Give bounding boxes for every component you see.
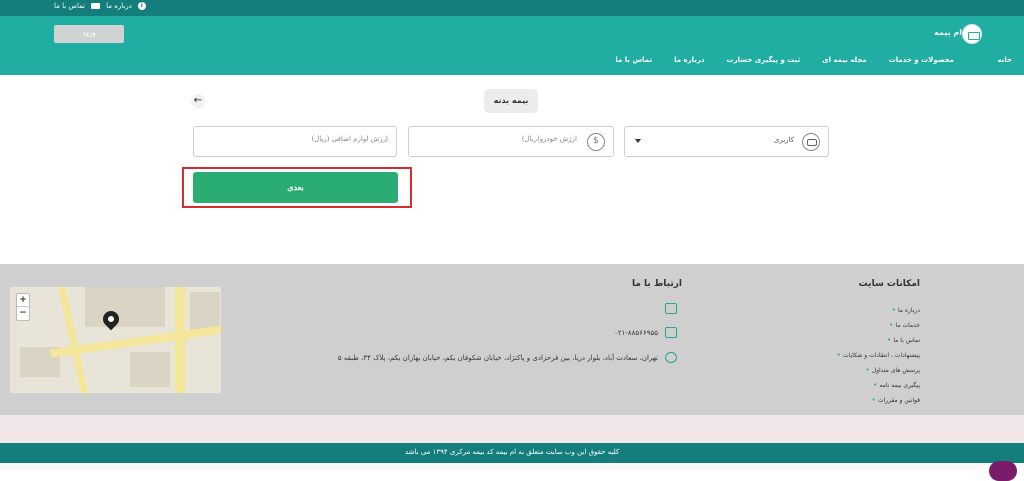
site-link-faq[interactable]: پرسش های متداول [837, 363, 920, 378]
usage-select-value: کاربری [773, 136, 794, 144]
site-link-feedback[interactable]: پیشنهادات ، انتقادات و شکایات [837, 348, 920, 363]
car-icon [802, 133, 820, 151]
site-link-rules[interactable]: قوانین و مقررات [837, 393, 920, 408]
info-icon: i [137, 2, 146, 10]
accessories-value-input[interactable] [202, 135, 388, 143]
location-map[interactable]: + − [10, 287, 221, 393]
main-nav: محصولات و خدمات مجله بیمه ای ثبت و پیگیر… [615, 56, 1012, 64]
chevron-down-icon [635, 139, 641, 143]
money-bag-icon [587, 133, 605, 151]
top-links: i درباره ما تماس با ما [54, 2, 146, 10]
car-value-input[interactable] [417, 135, 577, 143]
car-value-field[interactable] [408, 126, 614, 157]
mail-icon [665, 303, 677, 314]
top-contact-link[interactable]: تماس با ما [54, 2, 85, 10]
site-link-about[interactable]: درباره ما [837, 303, 920, 318]
contact-title: ارتباط با ما [631, 279, 682, 289]
brand-logo-icon[interactable] [962, 24, 982, 44]
map-zoom-control[interactable]: + − [16, 293, 30, 321]
insurance-type-title: بیمه بدنه [484, 89, 538, 113]
site-links-title: امکانات سایت [858, 279, 920, 289]
nav-item-products[interactable]: محصولات و خدمات [889, 56, 954, 64]
nav-item-claims[interactable]: ثبت و پیگیری خسارت [727, 56, 801, 64]
nav-item-contact[interactable]: تماس با ما [615, 56, 652, 64]
login-button[interactable]: ورود [54, 25, 124, 43]
top-about-link[interactable]: درباره ما [106, 2, 132, 10]
nav-item-about[interactable]: درباره ما [674, 56, 704, 64]
nav-item-home[interactable]: خانه [997, 56, 1012, 64]
contact-address: تهران، سعادت آباد، بلوار دریا، بین فرحزا… [337, 354, 658, 362]
mail-icon [91, 3, 101, 9]
footer-spacer [0, 415, 1024, 443]
contact-phone: ۰۲۱-۸۸۵۶۶۹۵۵ [614, 329, 658, 337]
accessories-value-field[interactable] [193, 126, 397, 157]
site-links-list: درباره ما خدمات ما تماس با ما پیشنهادات … [837, 303, 920, 408]
brand-name: ام بیمه [934, 28, 962, 37]
site-link-policy-tracking[interactable]: پیگیری بیمه نامه [837, 378, 920, 393]
brand[interactable]: ام بیمه [934, 28, 962, 37]
nav-item-magazine[interactable]: مجله بیمه ای [822, 56, 867, 64]
main-header: ورود ام بیمه محصولات و خدمات مجله بیمه ا… [0, 16, 1024, 75]
copyright-text: کلیه حقوق این وب سایت متعلق به ام بیمه ک… [405, 448, 620, 456]
location-icon [665, 352, 677, 363]
phone-icon [665, 327, 677, 338]
back-arrow-icon[interactable]: ← [191, 94, 205, 108]
chat-widget-button[interactable] [989, 461, 1017, 481]
site-link-services[interactable]: خدمات ما [837, 318, 921, 333]
zoom-in-button[interactable]: + [17, 294, 29, 307]
top-utility-bar: i درباره ما تماس با ما [0, 0, 1024, 16]
bottom-edge [0, 463, 1024, 470]
copyright-bar: کلیه حقوق این وب سایت متعلق به ام بیمه ک… [0, 443, 1024, 463]
next-button[interactable]: بعدی [193, 172, 398, 203]
usage-select[interactable]: کاربری [624, 126, 829, 157]
zoom-out-button[interactable]: − [17, 307, 29, 320]
site-link-contact[interactable]: تماس با ما [837, 333, 920, 348]
